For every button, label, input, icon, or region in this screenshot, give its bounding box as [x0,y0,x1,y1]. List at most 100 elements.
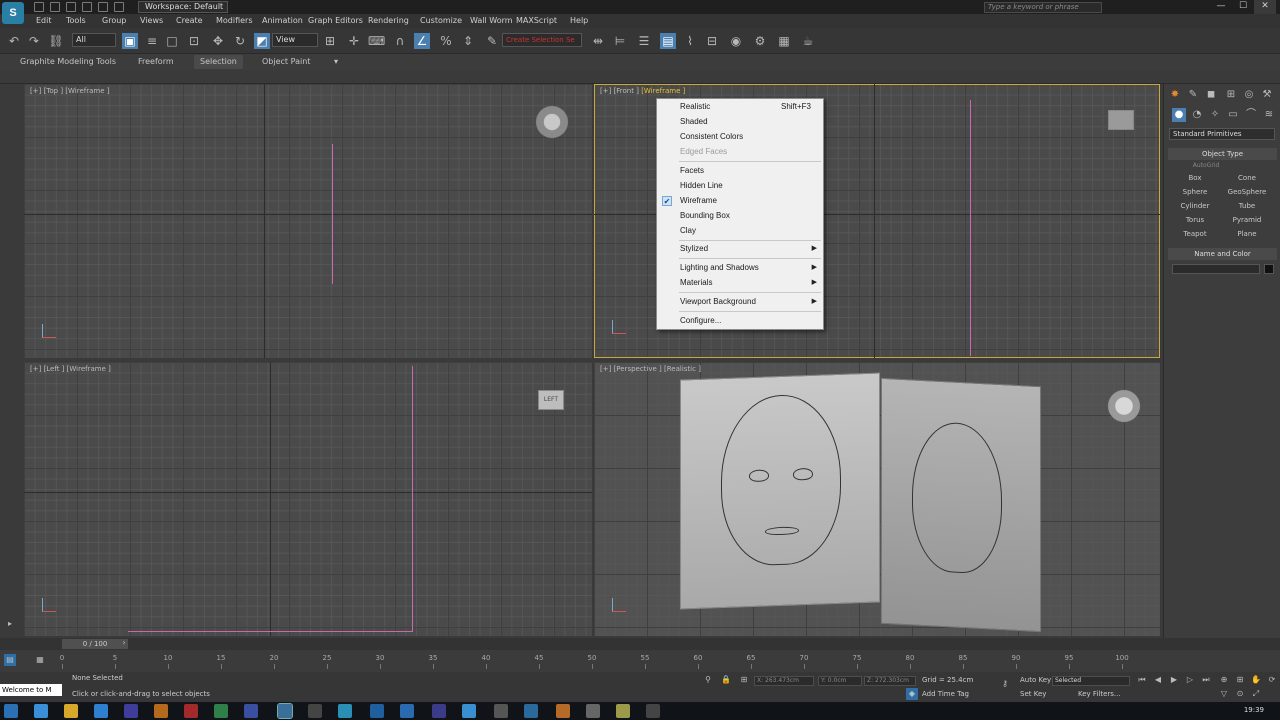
app-icon-15[interactable] [462,704,476,718]
object-type-rollout[interactable]: Object Type [1168,148,1277,160]
object-name-input[interactable] [1172,264,1260,274]
app-icon-16[interactable] [494,704,508,718]
close-button[interactable]: ✕ [1254,0,1276,14]
select-object-icon[interactable]: ▣ [122,33,138,49]
app-icon-19[interactable] [586,704,600,718]
track-toggle-icon[interactable]: ▦ [34,654,46,666]
reference-coord-dropdown[interactable]: View [272,33,318,47]
field-of-view-icon[interactable]: ▽ [1218,688,1230,700]
zoom-extents-icon[interactable]: ⊞ [1234,674,1246,686]
shapes-icon[interactable]: ◔ [1190,108,1204,122]
cylinder-button[interactable]: Cylinder [1170,200,1220,212]
add-time-tag[interactable]: Add Time Tag [922,690,969,698]
percent-snap-icon[interactable]: % [438,33,454,49]
cameras-icon[interactable]: ▭ [1226,108,1240,122]
menu-tools[interactable]: Tools [66,16,86,25]
redo-icon[interactable] [98,2,108,12]
app-icon-11[interactable] [338,704,352,718]
app-icon-3[interactable] [94,704,108,718]
next-frame-icon[interactable]: › [118,638,130,648]
x-coordinate-field[interactable]: X: 263.473cm [754,676,814,686]
side-reference-plane[interactable] [881,377,1041,633]
tube-button[interactable]: Tube [1222,200,1272,212]
pan-icon[interactable]: ✋ [1250,674,1262,686]
time-tag-icon[interactable]: ◆ [906,688,918,700]
spacewarps-icon[interactable]: ≋ [1262,108,1276,122]
y-coordinate-field[interactable]: Y: 0.0cm [818,676,862,686]
start-button-icon[interactable] [4,704,18,718]
create-tab-icon[interactable]: ✎ [1186,88,1200,102]
app-icon-13[interactable] [400,704,414,718]
render-setup-icon[interactable]: ⚙ [752,33,768,49]
maxscript-listener[interactable]: Welcome to M [0,684,62,696]
menu-wall-worm[interactable]: Wall Worm [470,16,513,25]
hierarchy-tab-icon[interactable]: ⊞ [1224,88,1238,102]
snap-icon[interactable]: ∩ [392,33,408,49]
utilities-tab-icon[interactable]: ⚒ [1260,88,1274,102]
select-manipulate-icon[interactable]: ✛ [346,33,362,49]
name-color-rollout[interactable]: Name and Color [1168,248,1277,260]
app-logo-icon[interactable]: S [2,2,24,24]
orbit-icon[interactable]: ⟳ [1266,674,1278,686]
key-selection-dropdown[interactable]: Selected [1052,676,1130,686]
pivot-icon[interactable]: ⊞ [322,33,338,49]
menu-group[interactable]: Group [102,16,126,25]
app-icon-7[interactable] [214,704,228,718]
sun-icon[interactable]: ✸ [1168,88,1182,102]
next-key-icon[interactable]: ▷ [1184,674,1196,686]
app-icon-4[interactable] [124,704,138,718]
render-production-icon[interactable]: ☕ [800,33,816,49]
lights-icon[interactable]: ✧ [1208,108,1222,122]
pyramid-button[interactable]: Pyramid [1222,214,1272,226]
angle-snap-icon[interactable]: ∠ [414,33,430,49]
go-to-start-icon[interactable]: ⏮ [1136,674,1148,686]
play-icon[interactable]: ▶ [1168,674,1180,686]
plane-object-top[interactable] [332,144,333,284]
geosphere-button[interactable]: GeoSphere [1222,186,1272,198]
maximize-viewport-icon[interactable]: ⤢ [1250,688,1262,700]
undo-toolbar-icon[interactable]: ↶ [6,33,22,49]
tab-selection[interactable]: Selection [194,55,243,69]
motion-tab-icon[interactable]: ◎ [1242,88,1256,102]
menu-item-lighting-shadows[interactable]: Lighting and Shadows ▶ [657,261,823,275]
rendered-frame-icon[interactable]: ▦ [776,33,792,49]
app-icon-18[interactable] [556,704,570,718]
plane-object-left-base[interactable] [128,631,412,632]
ribbon-toggle-icon[interactable]: ▤ [660,33,676,49]
viewport-perspective[interactable]: [+] [Perspective ] [Realistic ] [594,362,1160,636]
save-file-icon[interactable] [66,2,76,12]
go-to-end-icon[interactable]: ⏭ [1200,674,1212,686]
keyboard-shortcut-icon[interactable]: ⌨ [368,33,385,49]
menu-item-shaded[interactable]: Shaded [657,115,823,129]
app-icon-8[interactable] [244,704,258,718]
undo-icon[interactable] [82,2,92,12]
mirror-icon[interactable]: ⇹ [590,33,606,49]
menu-item-wireframe[interactable]: ✔ Wireframe [657,194,823,208]
mini-curve-editor-icon[interactable]: ▤ [4,654,16,666]
key-mode-icon[interactable]: ⚷ [996,678,1014,690]
menu-edit[interactable]: Edit [36,16,52,25]
open-file-icon[interactable] [50,2,60,12]
plane-object-front[interactable] [970,100,971,356]
object-color-swatch[interactable] [1264,264,1274,274]
app-icon-12[interactable] [370,704,384,718]
hold-icon[interactable] [114,2,124,12]
selection-filter-dropdown[interactable]: All [72,33,116,47]
edit-named-sets-icon[interactable]: ✎ [484,33,500,49]
menu-maxscript[interactable]: MAXScript [516,16,557,25]
torus-button[interactable]: Torus [1170,214,1220,226]
app-icon-6[interactable] [184,704,198,718]
viewport-top-label[interactable]: [+] [Top ] [Wireframe ] [30,87,109,95]
menu-customize[interactable]: Customize [420,16,462,25]
viewport-front-label[interactable]: [+] [Front ] [Wireframe ] [600,87,685,95]
menu-item-viewport-background[interactable]: Viewport Background ▶ [657,295,823,309]
menu-help[interactable]: Help [570,16,588,25]
minimize-button[interactable]: — [1210,0,1232,14]
menu-item-facets[interactable]: Facets [657,164,823,178]
rect-selection-icon[interactable]: □ [164,33,180,49]
move-icon[interactable]: ✥ [210,33,226,49]
viewport-perspective-label[interactable]: [+] [Perspective ] [Realistic ] [600,365,701,373]
helpers-icon[interactable]: ⌒ [1244,108,1258,122]
app-icon-14[interactable] [432,704,446,718]
menu-item-consistent-colors[interactable]: Consistent Colors [657,130,823,144]
